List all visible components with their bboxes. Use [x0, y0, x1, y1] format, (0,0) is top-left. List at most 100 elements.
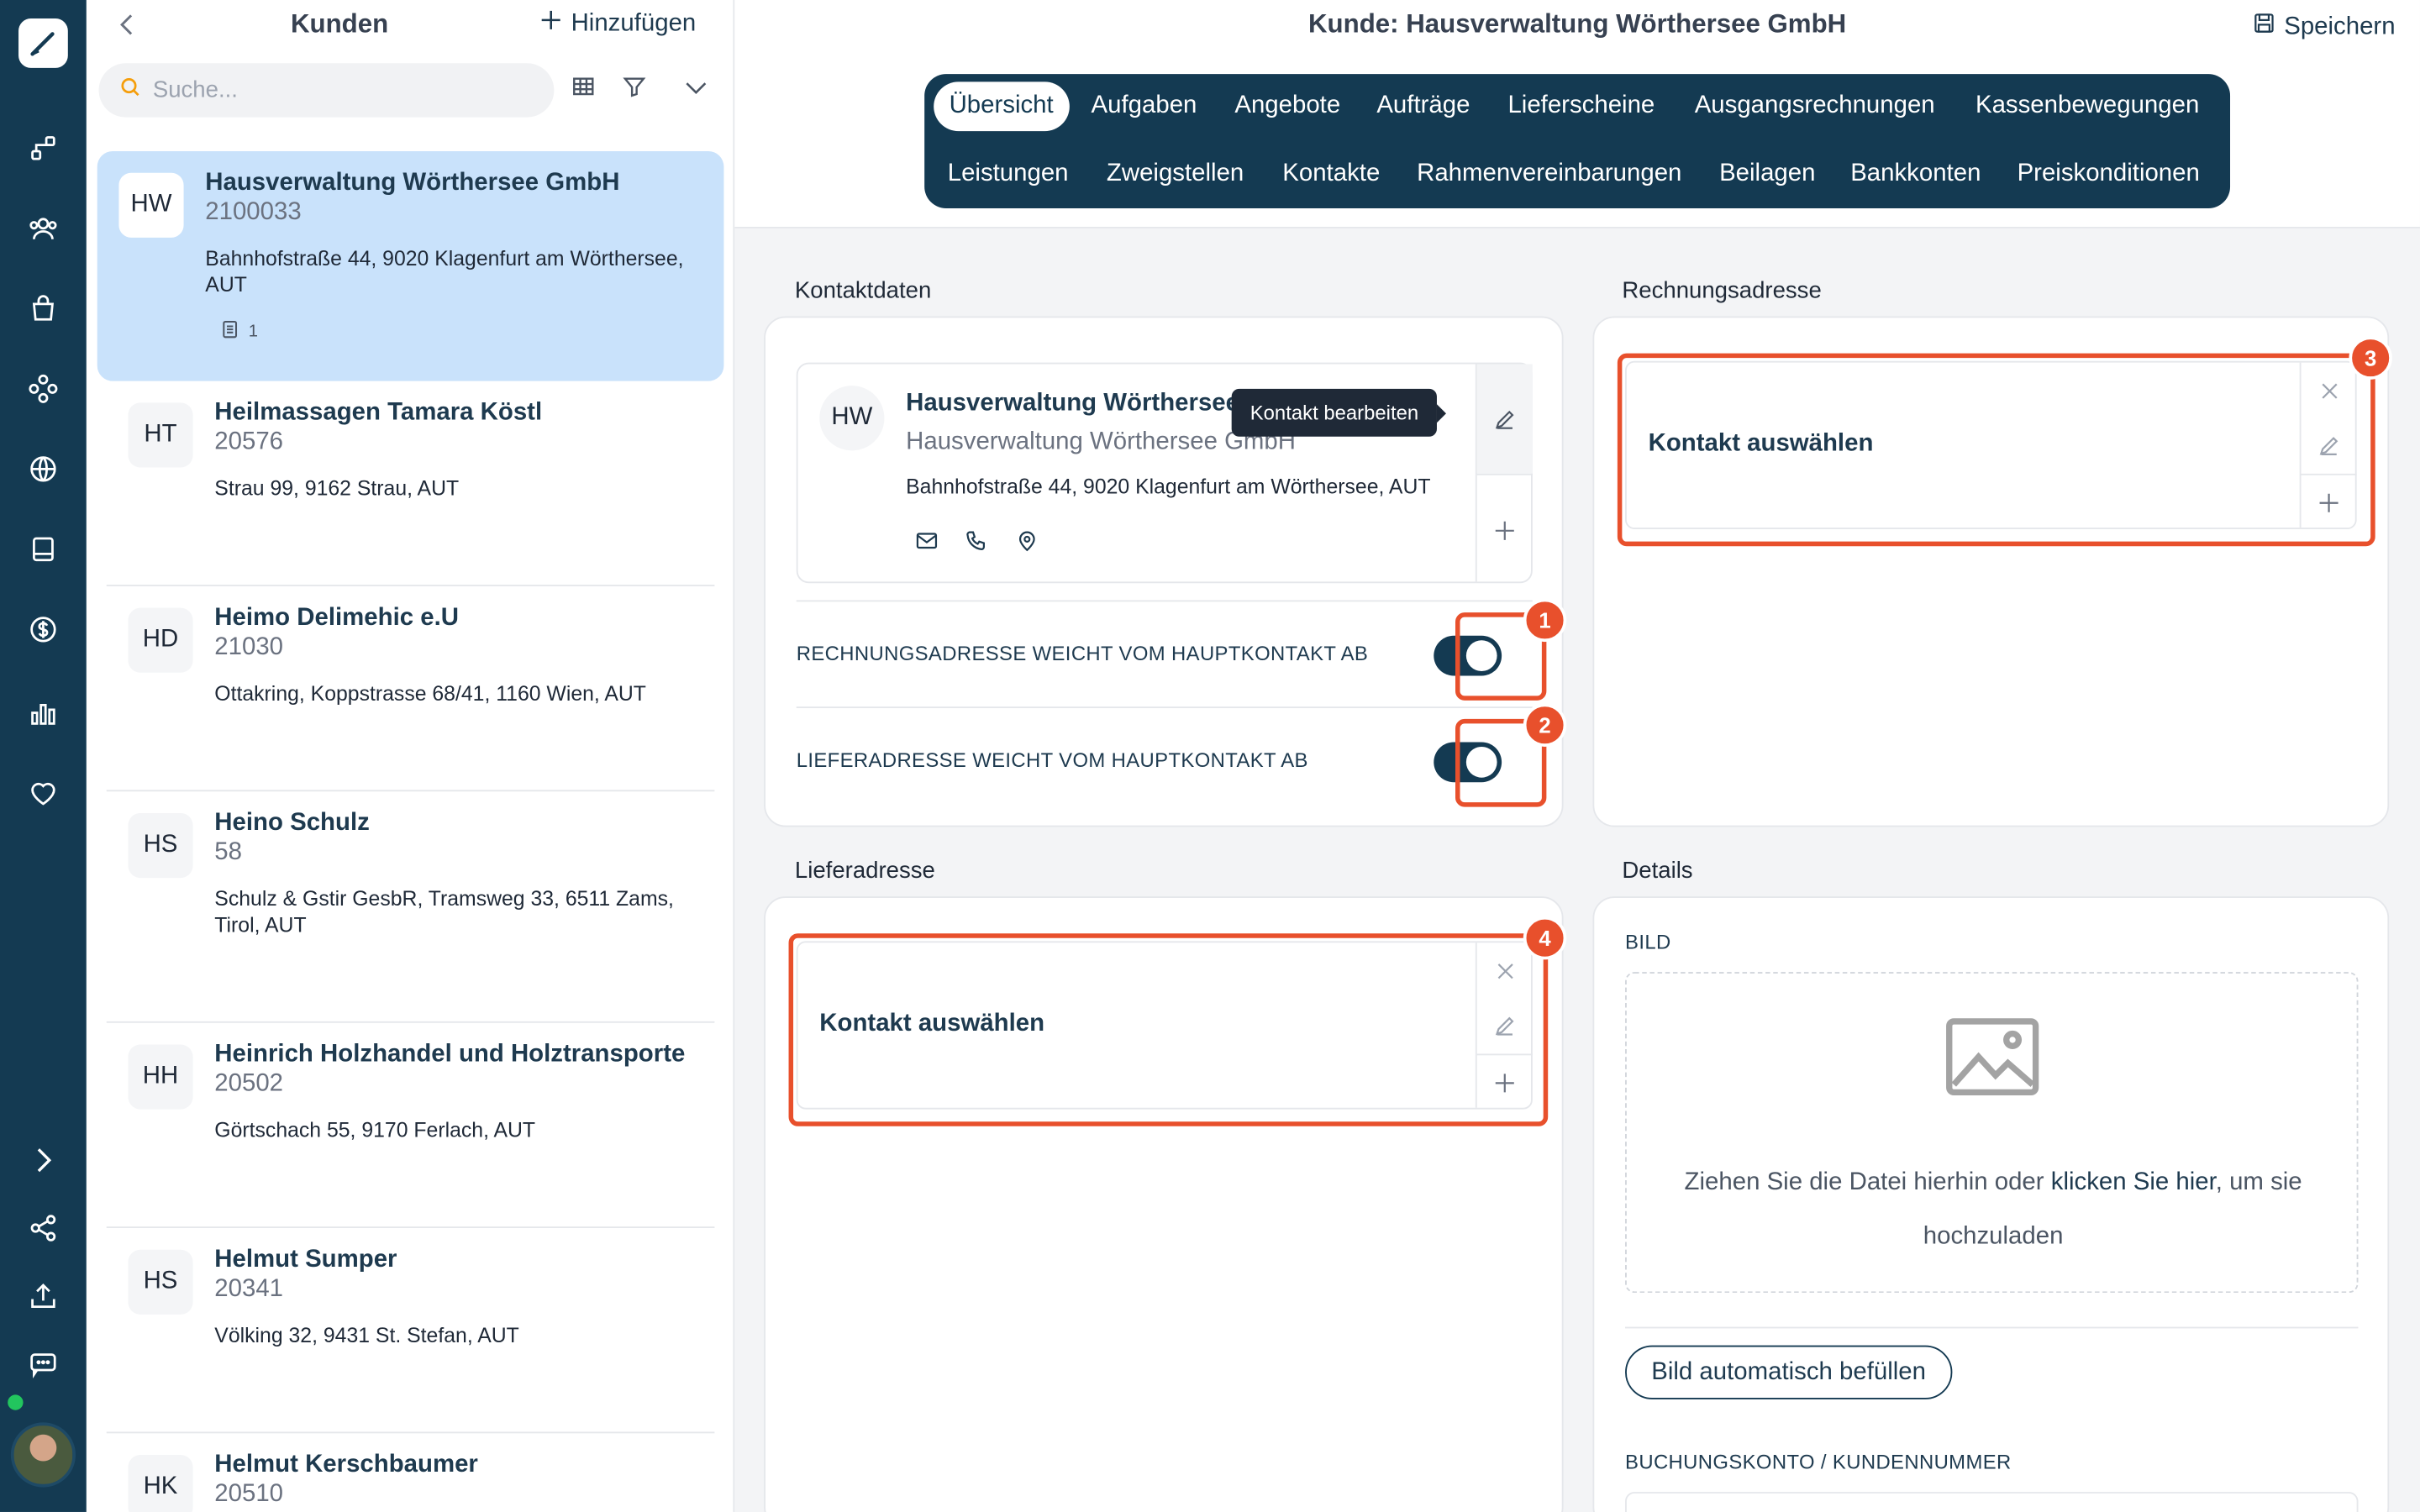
- user-avatar[interactable]: [10, 1422, 76, 1488]
- contact-initials: HW: [819, 386, 885, 451]
- workflow-icon[interactable]: [24, 129, 61, 166]
- customer-name: Helmut Kerschbaumer: [214, 1452, 478, 1478]
- customer-number: 58: [214, 839, 242, 866]
- billing-toggle-row: RECHNUNGSADRESSE WEICHT VOM HAUPTKONTAKT…: [796, 600, 1533, 706]
- app-logo-icon[interactable]: [18, 18, 68, 68]
- tab-ausgangsrechnungen[interactable]: Ausgangsrechnungen: [1695, 81, 1935, 131]
- details-title: Details: [1622, 858, 1693, 885]
- app-rail: [0, 0, 87, 1512]
- tab-kontakte[interactable]: Kontakte: [1282, 150, 1380, 199]
- image-dropzone[interactable]: Ziehen Sie die Datei hierhin oder klicke…: [1625, 972, 2360, 1294]
- buchungskonto-label: BUCHUNGSKONTO / KUNDENNUMMER: [1625, 1450, 2012, 1474]
- plus-icon: [1495, 520, 1514, 539]
- step-marker-3: 3: [2349, 336, 2392, 380]
- kontaktdaten-section: HW Hausverwaltung Wörthersee GmbH Hausve…: [764, 316, 1564, 827]
- customer-card[interactable]: HK Helmut Kerschbaumer 20510: [107, 1433, 715, 1512]
- customer-name: Heimo Delimehic e.U: [214, 604, 460, 632]
- customer-name: Hausverwaltung Wörthersee GmbH: [205, 170, 620, 197]
- customer-name: Heino Schulz: [214, 810, 370, 837]
- page-title: Kunde: Hausverwaltung Wörthersee GmbH: [1308, 9, 1847, 39]
- customer-initials: HK: [128, 1455, 193, 1512]
- table-view-icon[interactable]: [571, 74, 602, 105]
- phone-icon[interactable]: [965, 529, 989, 554]
- users-icon[interactable]: [24, 210, 61, 247]
- tab-uebersicht[interactable]: Übersicht: [934, 81, 1070, 132]
- heart-icon[interactable]: [24, 774, 61, 811]
- dropzone-text: Ziehen Sie die Datei hierhin oder klicke…: [1627, 1156, 2360, 1264]
- add-customer-label: Hinzufügen: [571, 9, 697, 37]
- customer-card[interactable]: HH Heinrich Holzhandel und Holztransport…: [106, 1023, 715, 1229]
- upload-link[interactable]: klicken Sie hier: [2051, 1169, 2216, 1195]
- customer-number: 2100033: [205, 198, 302, 226]
- chevron-right-icon[interactable]: [24, 1142, 61, 1179]
- save-button[interactable]: Speichern: [2253, 13, 2396, 42]
- tab-angebote[interactable]: Angebote: [1234, 81, 1340, 131]
- search-placeholder: Suche...: [152, 76, 238, 104]
- customer-card[interactable]: HS Heino Schulz 58 Schulz & Gstir GesbR,…: [106, 791, 715, 1023]
- chevron-down-icon[interactable]: [682, 74, 713, 105]
- contact-address: Bahnhofstraße 44, 9020 Klagenfurt am Wör…: [906, 475, 1431, 499]
- document-count-badge: 1: [221, 319, 702, 344]
- search-input[interactable]: Suche...: [98, 63, 555, 118]
- bild-label: BILD: [1625, 930, 1671, 954]
- customer-address: Völking 32, 9431 St. Stefan, AUT: [214, 1323, 519, 1347]
- plus-icon: [540, 9, 562, 39]
- customer-initials: HT: [128, 402, 193, 468]
- shopping-bag-icon[interactable]: [24, 290, 61, 327]
- dollar-icon[interactable]: [24, 611, 61, 648]
- tab-aufgaben[interactable]: Aufgaben: [1092, 81, 1197, 131]
- upload-icon[interactable]: [24, 1278, 61, 1315]
- customer-number: 20502: [214, 1070, 284, 1097]
- bar-chart-icon[interactable]: [24, 695, 61, 732]
- book-icon[interactable]: [24, 531, 61, 568]
- location-pin-icon[interactable]: [1016, 529, 1040, 554]
- step-marker-4: 4: [1523, 916, 1567, 960]
- auto-fill-image-button[interactable]: Bild automatisch befüllen: [1625, 1345, 1953, 1399]
- customer-card[interactable]: HD Heimo Delimehic e.U 21030 Ottakring, …: [106, 586, 715, 792]
- network-icon[interactable]: [24, 370, 61, 407]
- tab-preiskonditionen[interactable]: Preiskonditionen: [2018, 150, 2200, 199]
- filter-icon[interactable]: [622, 74, 653, 105]
- customer-card[interactable]: HS Helmut Sumper 20341 Völking 32, 9431 …: [106, 1228, 715, 1434]
- customer-initials: HS: [128, 1249, 193, 1315]
- buchungskonto-field[interactable]: [1625, 1492, 2359, 1512]
- highlight-billing-picker: [1617, 353, 2375, 547]
- tab-auftraege[interactable]: Aufträge: [1376, 81, 1470, 131]
- pencil-icon: [1495, 409, 1514, 428]
- add-contact-button[interactable]: [1476, 473, 1533, 585]
- save-icon: [2253, 13, 2275, 42]
- customer-name: Helmut Sumper: [214, 1247, 397, 1273]
- customer-number: 21030: [214, 633, 284, 661]
- customer-number: 20510: [214, 1481, 284, 1508]
- tab-bankkonten[interactable]: Bankkonten: [1850, 150, 1981, 199]
- tab-zweigstellen[interactable]: Zweigstellen: [1107, 150, 1244, 199]
- customer-address: Görtschach 55, 9170 Ferlach, AUT: [214, 1118, 536, 1142]
- tab-beilagen[interactable]: Beilagen: [1719, 150, 1815, 199]
- share-icon[interactable]: [24, 1210, 61, 1247]
- search-icon: [120, 77, 140, 103]
- tab-lieferscheine[interactable]: Lieferscheine: [1507, 81, 1655, 131]
- customer-address: Schulz & Gstir GesbR, Tramsweg 33, 6511 …: [214, 887, 674, 937]
- globe-icon[interactable]: [24, 450, 61, 487]
- customer-name: Heinrich Holzhandel und Holztransporte: [214, 1041, 686, 1068]
- billing-toggle-label: RECHNUNGSADRESSE WEICHT VOM HAUPTKONTAKT…: [796, 642, 1369, 665]
- tab-kassenbewegungen[interactable]: Kassenbewegungen: [1975, 81, 2199, 131]
- delivery-toggle-label: LIEFERADRESSE WEICHT VOM HAUPTKONTAKT AB: [796, 748, 1308, 772]
- customer-number: 20576: [214, 428, 284, 455]
- chat-icon[interactable]: [24, 1346, 61, 1383]
- save-label: Speichern: [2284, 13, 2396, 39]
- tab-rahmenvereinbarungen[interactable]: Rahmenvereinbarungen: [1417, 150, 1681, 199]
- customer-name: Heilmassagen Tamara Köstl: [214, 399, 543, 426]
- customer-initials: HD: [128, 607, 193, 673]
- customer-card[interactable]: HT Heilmassagen Tamara Köstl 20576 Strau…: [106, 381, 715, 586]
- customer-card-selected[interactable]: HW Hausverwaltung Wörthersee GmbH 210003…: [97, 150, 724, 381]
- tab-leistungen[interactable]: Leistungen: [948, 150, 1069, 199]
- kontaktdaten-title: Kontaktdaten: [794, 277, 932, 304]
- divider: [1625, 1326, 2359, 1329]
- mail-icon[interactable]: [915, 529, 939, 554]
- customer-initials: HH: [128, 1044, 193, 1110]
- edit-contact-button[interactable]: [1476, 364, 1533, 474]
- image-placeholder-icon: [1944, 1016, 2040, 1105]
- customer-number: 20341: [214, 1275, 284, 1303]
- add-customer-button[interactable]: Hinzufügen: [540, 9, 696, 39]
